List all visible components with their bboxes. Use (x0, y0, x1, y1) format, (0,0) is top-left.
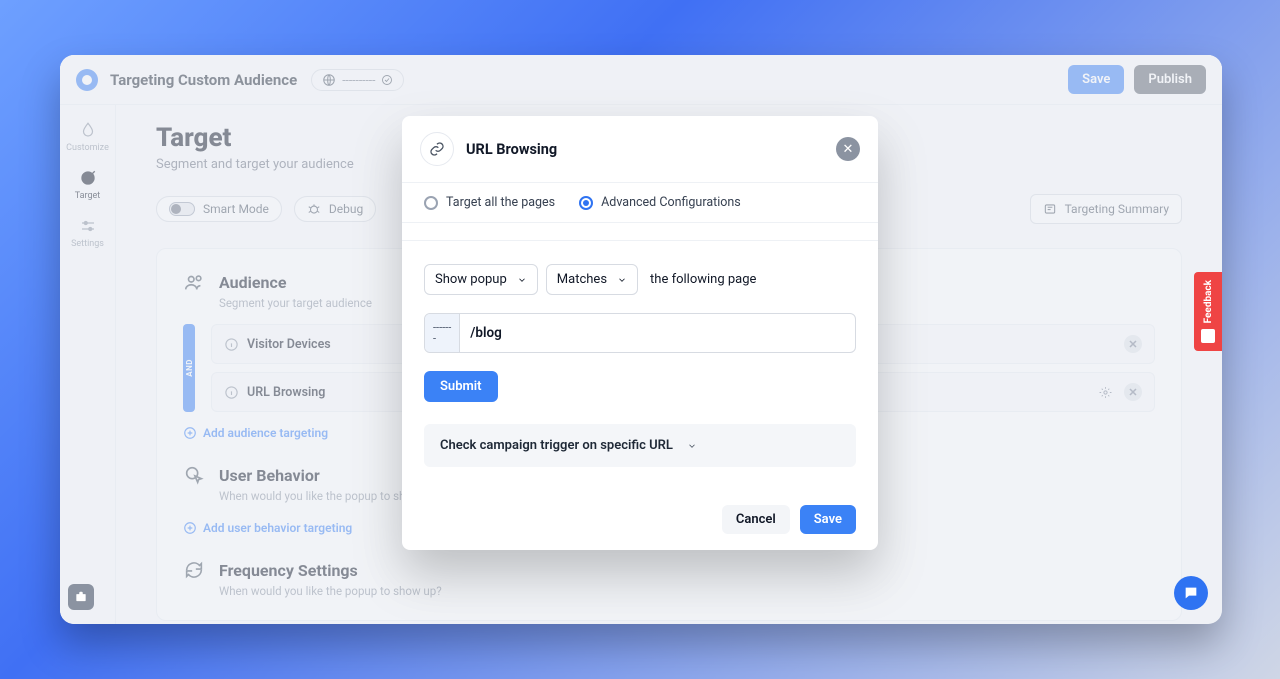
modal-icon-badge (420, 132, 454, 166)
url-input[interactable] (460, 325, 855, 341)
briefcase-button[interactable] (68, 584, 94, 610)
modal-footer: Cancel Save (402, 489, 878, 550)
chevron-down-icon (687, 441, 697, 451)
radio-advanced-label: Advanced Configurations (601, 195, 741, 210)
url-input-group: ------ - (424, 313, 856, 353)
url-browsing-modal: URL Browsing ✕ Target all the pages Adva… (402, 116, 878, 550)
rule-config-row: Show popup Matches the following page (424, 264, 856, 295)
modal-title: URL Browsing (466, 141, 557, 158)
feedback-tab[interactable]: Feedback (1194, 272, 1222, 351)
chat-launcher[interactable] (1174, 576, 1208, 610)
chevron-down-icon (617, 275, 627, 285)
modal-close-button[interactable]: ✕ (836, 137, 860, 161)
radio-icon (579, 196, 593, 210)
cancel-button[interactable]: Cancel (722, 505, 790, 534)
following-page-text: the following page (650, 272, 756, 287)
feedback-label: Feedback (1203, 280, 1214, 323)
modal-header: URL Browsing ✕ (402, 116, 878, 183)
briefcase-icon (74, 590, 88, 604)
trigger-check-toggle[interactable]: Check campaign trigger on specific URL (424, 424, 856, 467)
radio-all-label: Target all the pages (446, 195, 555, 210)
matches-label: Matches (557, 272, 607, 287)
show-popup-select[interactable]: Show popup (424, 264, 538, 295)
matches-select[interactable]: Matches (546, 264, 638, 295)
feedback-icon (1201, 329, 1215, 343)
trigger-check-label: Check campaign trigger on specific URL (440, 438, 673, 453)
radio-target-all[interactable]: Target all the pages (424, 195, 555, 210)
chat-icon (1183, 585, 1199, 601)
modal-radio-row: Target all the pages Advanced Configurat… (402, 183, 878, 223)
link-icon (429, 141, 445, 157)
modal-save-button[interactable]: Save (800, 505, 856, 534)
url-prefix-mask: ------ - (425, 314, 460, 352)
radio-advanced[interactable]: Advanced Configurations (579, 195, 741, 210)
show-popup-label: Show popup (435, 272, 507, 287)
radio-icon (424, 196, 438, 210)
chevron-down-icon (517, 275, 527, 285)
submit-button[interactable]: Submit (424, 371, 498, 402)
modal-body: Show popup Matches the following page --… (402, 241, 878, 489)
